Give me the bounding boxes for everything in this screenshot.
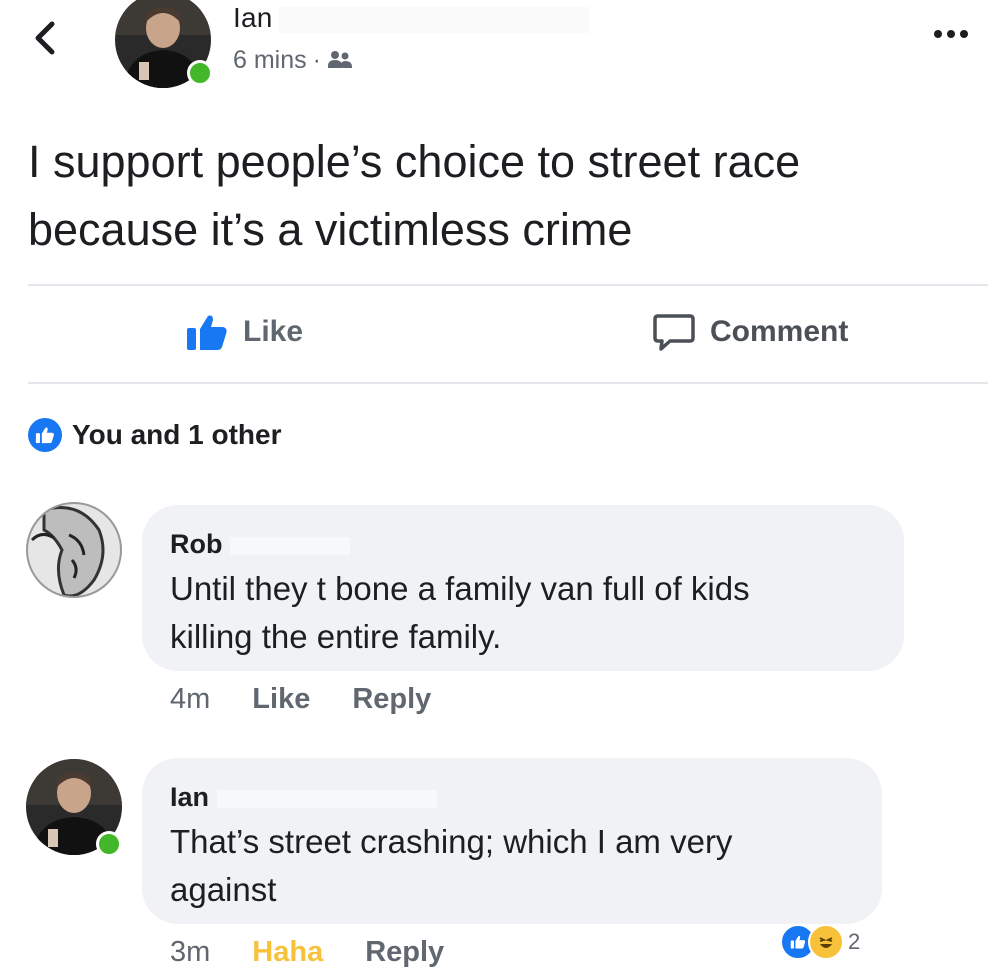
redacted-surname: [278, 6, 589, 33]
poster-avatar[interactable]: [113, 0, 213, 90]
online-status-indicator: [96, 831, 122, 857]
friends-icon: [327, 50, 352, 68]
poster-name[interactable]: Ian: [233, 2, 589, 34]
haha-reaction-icon: [808, 924, 844, 960]
divider-top: [28, 284, 988, 286]
reply-text: That’s street crashing; which I am very …: [170, 818, 732, 914]
like-button[interactable]: Like: [185, 312, 303, 352]
divider-bottom: [28, 382, 988, 384]
reply-reactions[interactable]: 2: [780, 924, 860, 960]
back-button[interactable]: [32, 18, 62, 58]
reactions-summary[interactable]: You and 1 other: [28, 418, 282, 452]
post-text: I support people’s choice to street race…: [28, 128, 993, 264]
comment-bubble: Rob Until they t bone a family van full …: [142, 505, 904, 671]
comment-avatar-rob[interactable]: [24, 500, 124, 600]
comment-author-text: Rob: [170, 529, 223, 559]
reply-timestamp: 3m: [170, 936, 211, 968]
comment-like-button[interactable]: Like: [252, 683, 310, 716]
like-reaction-icon: [28, 418, 62, 452]
comment-button-label: Comment: [710, 315, 849, 348]
comment-meta: 4m Like Reply: [170, 683, 431, 716]
more-options-button[interactable]: [934, 30, 968, 38]
redacted-surname: [216, 789, 437, 808]
post-text-line-2: because it’s a victimless crime: [28, 204, 633, 255]
comment-avatar-ian[interactable]: [24, 757, 124, 857]
online-status-indicator: [187, 60, 213, 86]
post-timestamp[interactable]: 6 mins: [233, 46, 307, 75]
reply-haha-button[interactable]: Haha: [252, 936, 323, 969]
thumbs-up-icon: [187, 315, 227, 350]
reply-meta: 3m Haha Reply: [170, 936, 444, 969]
reply-bubble: Ian That’s street crashing; which I am v…: [142, 758, 882, 924]
reply-reply-button[interactable]: Reply: [365, 936, 444, 969]
comment-button[interactable]: Comment: [652, 312, 848, 352]
reply-author-text: Ian: [170, 782, 210, 812]
comment-text-line-1: Until they t bone a family van full of k…: [170, 570, 750, 607]
comment-text-line-2: killing the entire family.: [170, 618, 502, 655]
more-dots-icon: [934, 30, 942, 38]
comment-timestamp: 4m: [170, 683, 211, 715]
comment-bubble-icon: [653, 314, 695, 351]
comment-text: Until they t bone a family van full of k…: [170, 565, 750, 661]
redacted-surname: [230, 536, 350, 555]
reply-text-line-1: That’s street crashing; which I am very: [170, 823, 733, 860]
meta-separator: ·: [312, 46, 321, 74]
chevron-left-icon: [35, 21, 55, 55]
post-text-line-1: I support people’s choice to street race: [28, 136, 801, 187]
reply-author[interactable]: Ian: [170, 782, 437, 813]
reaction-count: 2: [848, 929, 861, 954]
reply-text-line-2: against: [170, 871, 277, 908]
comment-reply-button[interactable]: Reply: [352, 683, 431, 716]
reactions-summary-text: You and 1 other: [72, 419, 282, 450]
poster-name-text: Ian: [233, 2, 273, 33]
comment-author[interactable]: Rob: [170, 529, 350, 560]
like-button-label: Like: [243, 315, 304, 348]
post-meta: 6 mins ·: [233, 46, 353, 75]
